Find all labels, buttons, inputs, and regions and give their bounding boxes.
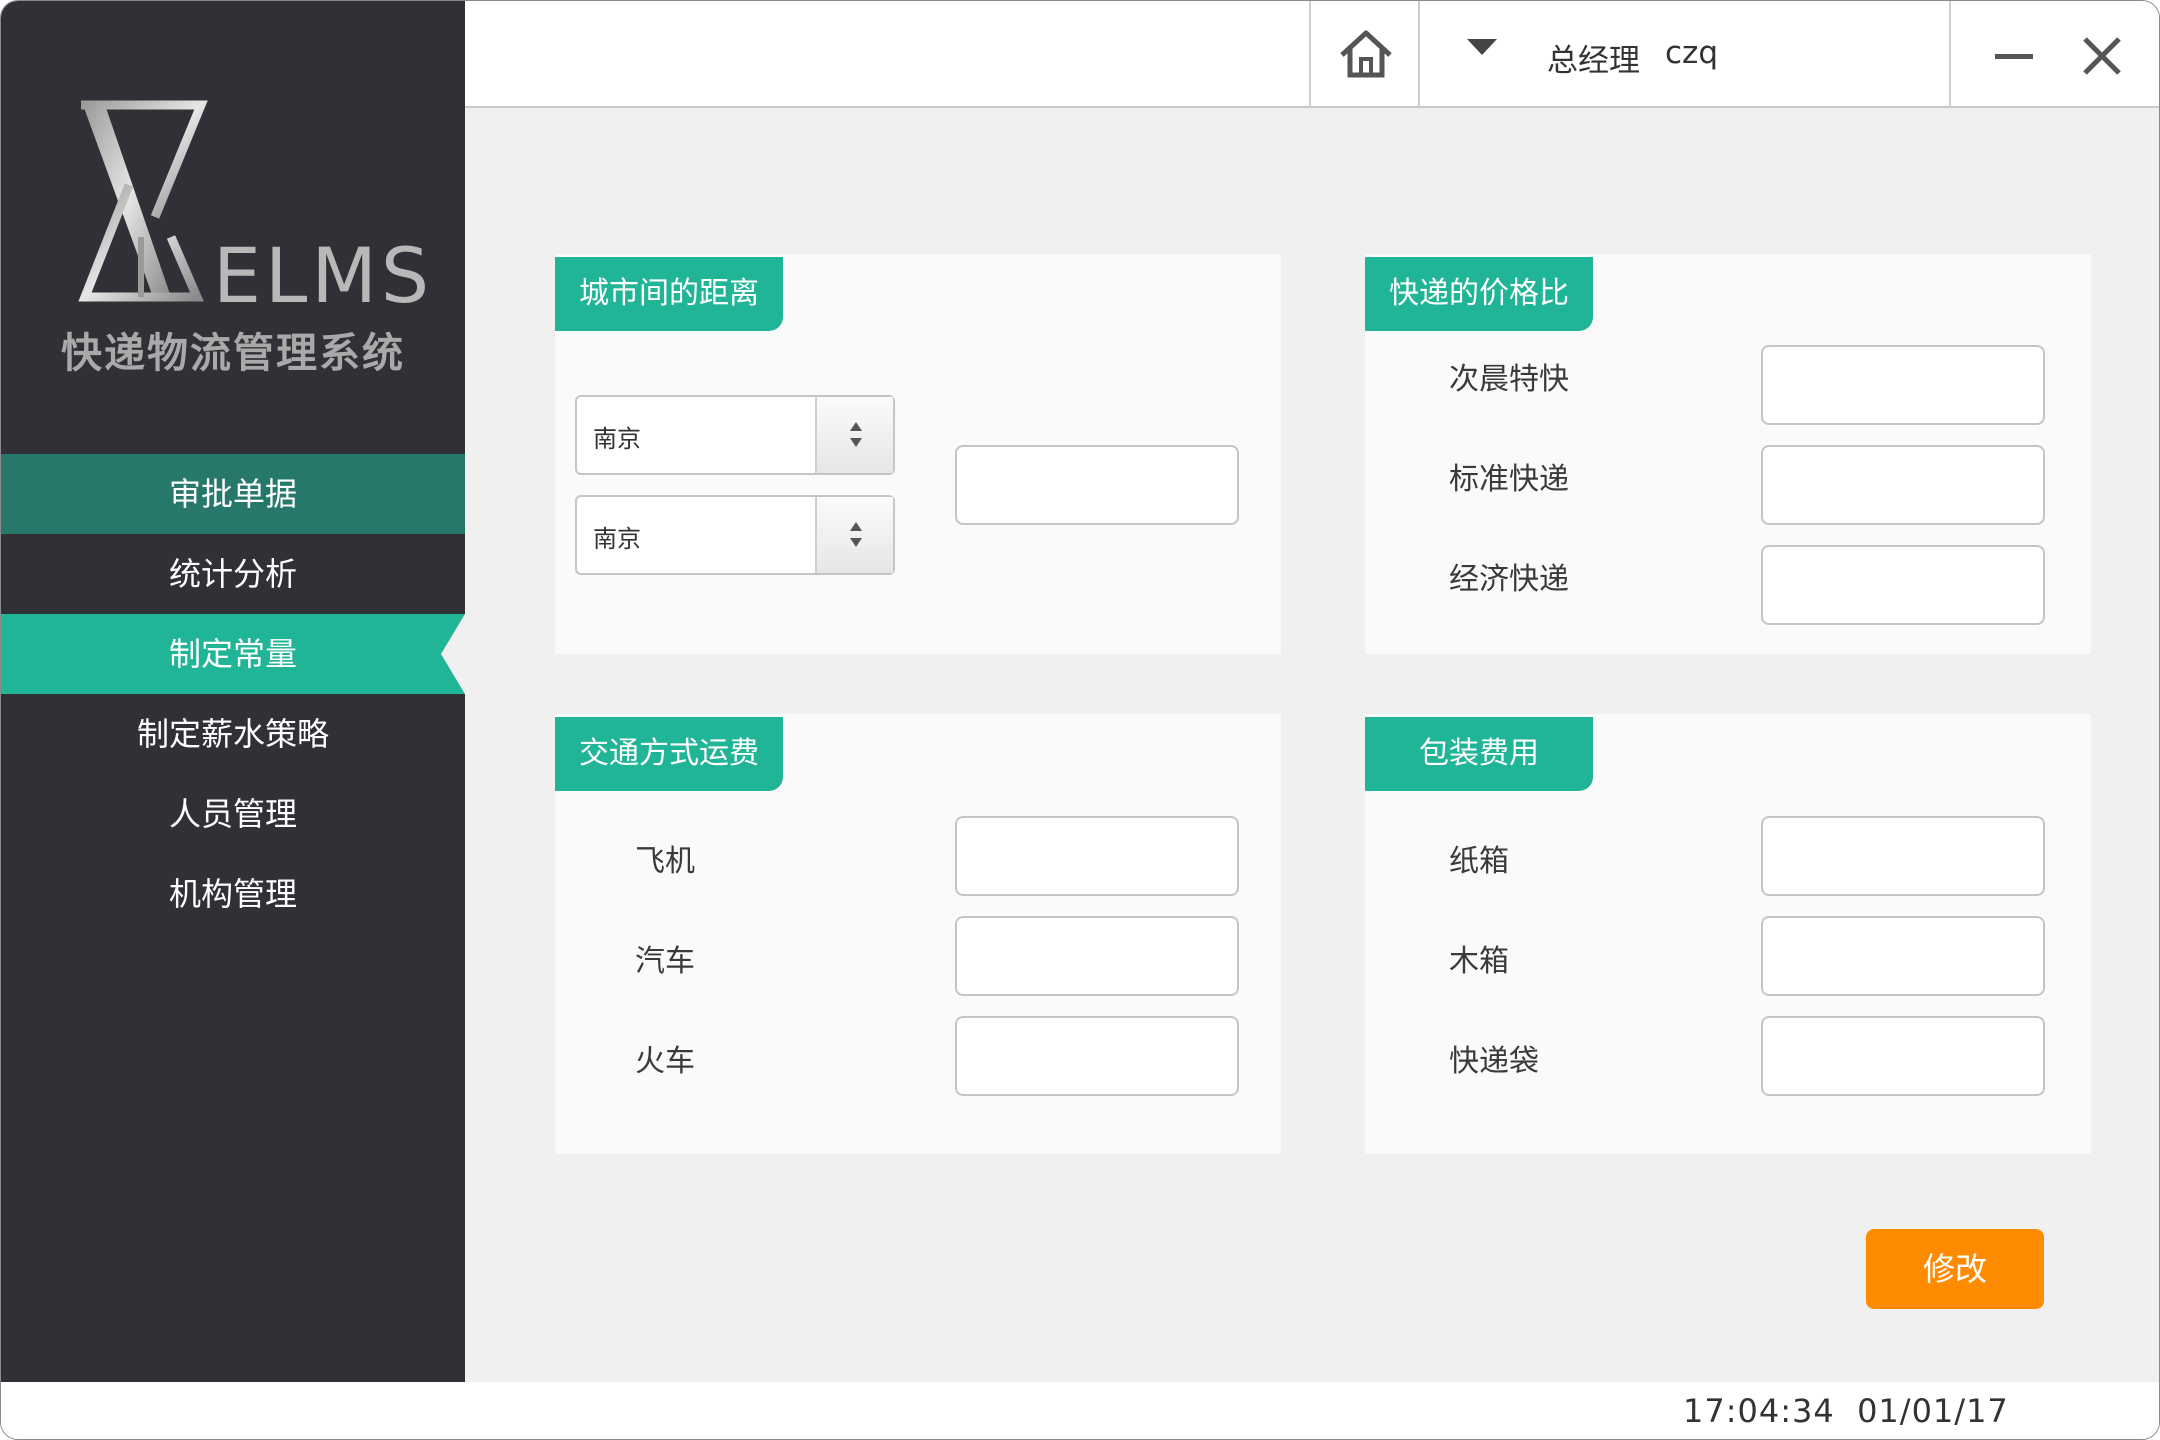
header-divider: [1309, 1, 1311, 107]
price-ratio-panel: 快递的价格比 次晨特快 标准快递 经济快递: [1365, 254, 2091, 654]
panel-title: 城市间的距离: [555, 257, 783, 331]
field-label: 经济快递: [1449, 562, 1569, 597]
select-value: 南京: [593, 425, 641, 453]
user-name: czq: [1665, 35, 1718, 71]
home-icon: [1340, 30, 1392, 78]
sidebar-item-label: 机构管理: [168, 875, 297, 913]
distance-input[interactable]: [955, 445, 1239, 525]
select-value: 南京: [593, 525, 641, 553]
field-label: 火车: [635, 1044, 695, 1079]
user-role: 总经理: [1547, 43, 1640, 79]
sidebar-item-salary-strategy[interactable]: 制定薪水策略: [1, 694, 465, 774]
airplane-cost-input[interactable]: [955, 816, 1239, 896]
sidebar-nav: 审批单据 统计分析 制定常量 制定薪水策略 人员管理 机构管理: [1, 454, 465, 934]
field-label: 汽车: [635, 944, 695, 979]
close-icon: [2083, 37, 2121, 75]
field-label: 标准快递: [1449, 462, 1569, 497]
active-indicator: [441, 614, 465, 694]
next-morning-express-input[interactable]: [1761, 345, 2045, 425]
minimize-button[interactable]: [1983, 35, 2043, 75]
field-label: 快递袋: [1449, 1044, 1539, 1079]
panel-title: 交通方式运费: [555, 717, 783, 791]
sidebar-item-set-constants[interactable]: 制定常量: [1, 614, 465, 694]
clock-time: 17:04:34: [1683, 1392, 1835, 1430]
transport-cost-panel: 交通方式运费 飞机 汽车 火车: [555, 714, 1281, 1154]
field-label: 纸箱: [1449, 844, 1509, 879]
sidebar-item-label: 统计分析: [168, 555, 297, 593]
sidebar-item-approve-documents[interactable]: 审批单据: [1, 454, 465, 534]
from-city-select[interactable]: 南京: [575, 395, 895, 475]
carton-cost-input[interactable]: [1761, 816, 2045, 896]
courier-bag-cost-input[interactable]: [1761, 1016, 2045, 1096]
sidebar-item-label: 制定常量: [168, 635, 297, 673]
app-subtitle: 快递物流管理系统: [61, 329, 405, 377]
logo-wordmark: ELMS: [213, 231, 434, 320]
sidebar-item-organization[interactable]: 机构管理: [1, 854, 465, 934]
field-label: 木箱: [1449, 944, 1509, 979]
sidebar-item-label: 制定薪水策略: [136, 715, 329, 753]
sidebar-item-label: 人员管理: [168, 795, 297, 833]
user-menu-chevron-down-icon[interactable]: [1467, 39, 1497, 55]
app-window: ELMS 快递物流管理系统 审批单据 统计分析 制定常量 制定薪水策略 人员管理…: [0, 0, 2160, 1440]
clock: 17:04:34 01/01/17: [1683, 1392, 2009, 1430]
hourglass-logo-icon: [78, 100, 208, 302]
packaging-cost-panel: 包装费用 纸箱 木箱 快递袋: [1365, 714, 2091, 1154]
close-button[interactable]: [2077, 31, 2127, 81]
sidebar-item-statistics[interactable]: 统计分析: [1, 534, 465, 614]
header-divider: [1949, 1, 1951, 107]
wooden-box-cost-input[interactable]: [1761, 916, 2045, 996]
home-button[interactable]: [1313, 1, 1419, 107]
field-label: 飞机: [635, 844, 695, 879]
header-divider: [1418, 1, 1420, 107]
sidebar-item-personnel[interactable]: 人员管理: [1, 774, 465, 854]
select-arrows-icon: [815, 497, 893, 573]
standard-express-input[interactable]: [1761, 445, 2045, 525]
distance-panel: 城市间的距离 南京 南京: [555, 254, 1281, 654]
panel-title: 快递的价格比: [1365, 257, 1593, 331]
modify-button[interactable]: 修改: [1866, 1229, 2044, 1309]
field-label: 次晨特快: [1449, 362, 1569, 397]
sidebar-item-label: 审批单据: [168, 475, 297, 513]
train-cost-input[interactable]: [955, 1016, 1239, 1096]
panel-title: 包装费用: [1365, 717, 1593, 791]
sidebar: ELMS 快递物流管理系统 审批单据 统计分析 制定常量 制定薪水策略 人员管理…: [1, 1, 465, 1382]
status-bar: 17:04:34 01/01/17: [1, 1382, 2159, 1439]
economy-express-input[interactable]: [1761, 545, 2045, 625]
clock-date: 01/01/17: [1857, 1392, 2009, 1430]
top-bar: 总经理 czq: [465, 1, 2159, 108]
app-logo: ELMS 快递物流管理系统: [1, 1, 465, 431]
truck-cost-input[interactable]: [955, 916, 1239, 996]
select-arrows-icon: [815, 397, 893, 473]
to-city-select[interactable]: 南京: [575, 495, 895, 575]
